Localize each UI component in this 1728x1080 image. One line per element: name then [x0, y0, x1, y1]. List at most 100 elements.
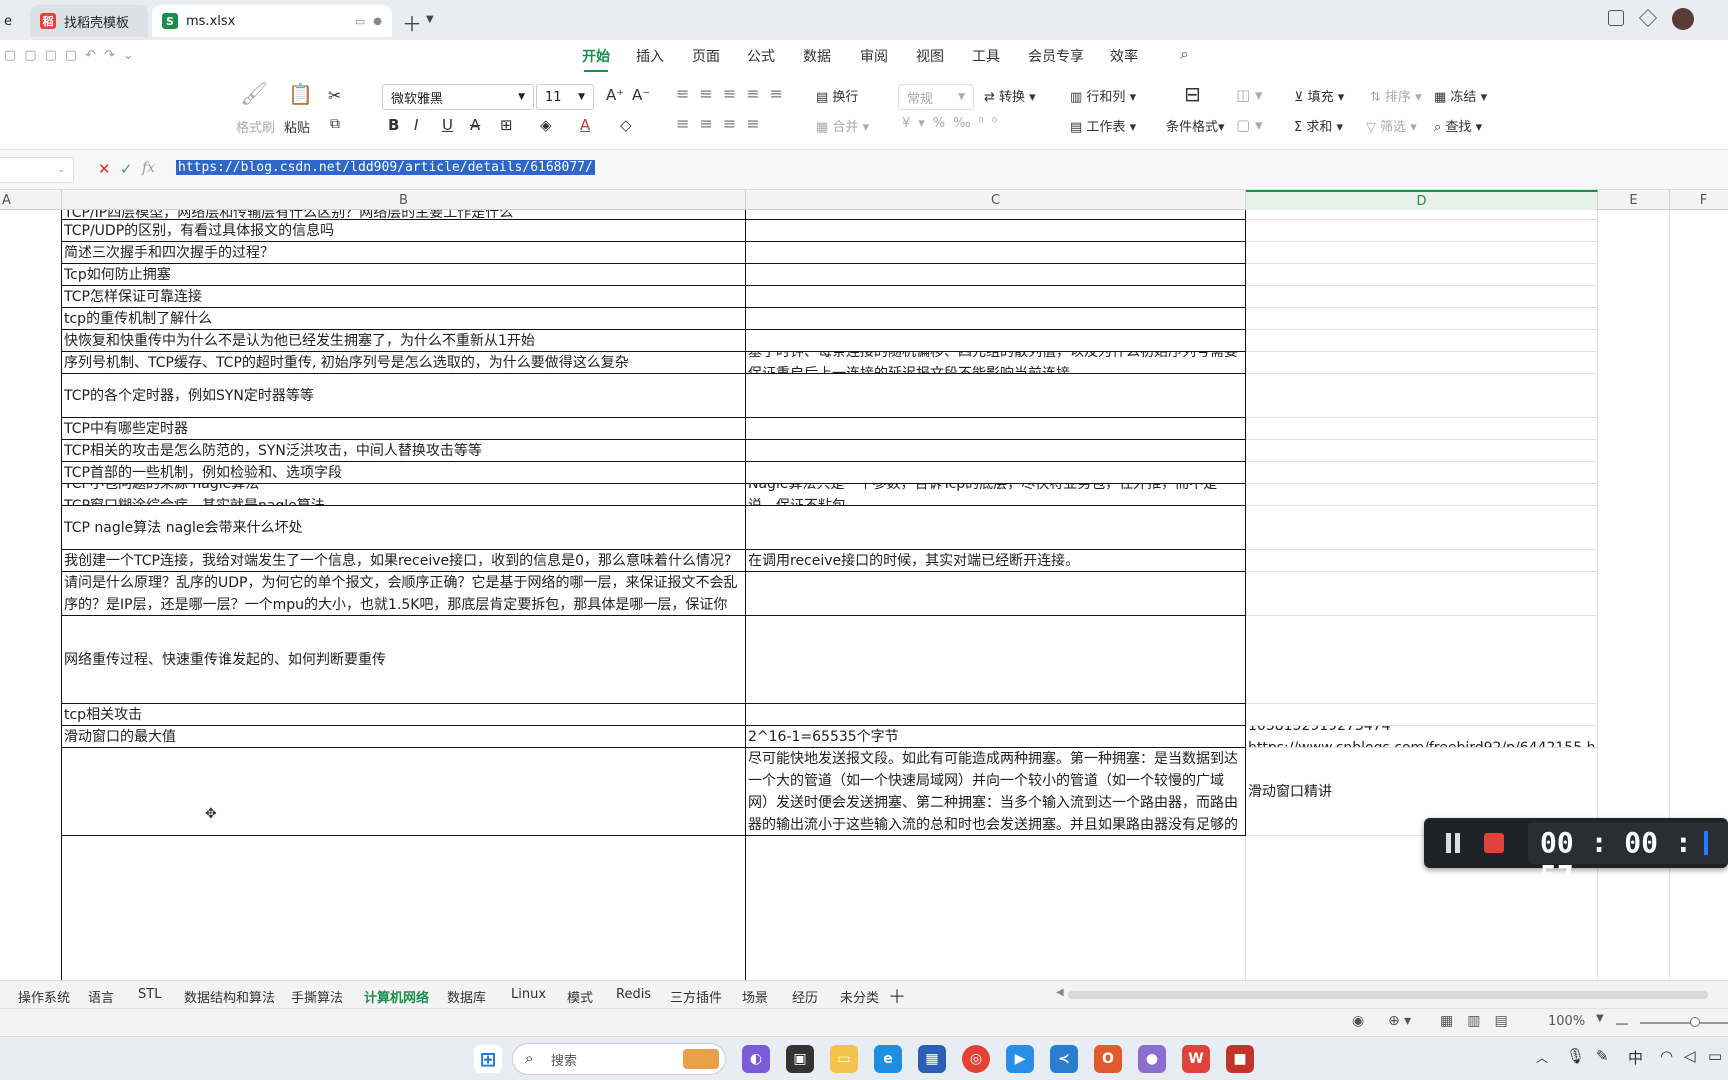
zoom-dropdown-icon[interactable]: ▼ — [1596, 1013, 1604, 1024]
menu-member[interactable]: 会员专享 — [1028, 46, 1084, 66]
cell-link[interactable] — [1246, 374, 1598, 418]
cell-question[interactable]: TCP小包问题的来源 nagle算法 TCP窗口糊涂综合症，其实就是nagle算… — [62, 484, 746, 506]
sheet-tab[interactable]: 经历 — [792, 987, 818, 1006]
worksheet-button[interactable]: ▤ 工作表 ▾ — [1070, 116, 1136, 135]
sheet-tab[interactable]: 数据结构和算法 — [184, 987, 275, 1006]
bold-button[interactable]: B — [388, 116, 399, 134]
cell-answer[interactable] — [746, 440, 1246, 462]
recorder-icon[interactable]: ■ — [1226, 1045, 1254, 1073]
table-style-icon[interactable]: ▢ ▾ — [1236, 116, 1262, 134]
column-header-f[interactable]: F — [1670, 190, 1728, 210]
cell-question[interactable]: Tcp如何防止拥塞 — [62, 264, 746, 286]
conditional-format-icon[interactable]: ⊟ — [1184, 82, 1201, 106]
wifi-icon[interactable]: ◠ — [1660, 1047, 1673, 1065]
cell-question[interactable]: TCP怎样保证可靠连接 — [62, 286, 746, 308]
cell-link[interactable] — [1246, 330, 1598, 352]
cell-link[interactable]: https://www.dandelioncloud.cn/article/de… — [1246, 726, 1598, 748]
window-icon[interactable]: ▭ — [355, 15, 365, 28]
stop-icon[interactable] — [1484, 833, 1504, 853]
layout-icon[interactable] — [1608, 10, 1624, 26]
column-header-b[interactable]: B — [62, 190, 746, 210]
cell-answer[interactable] — [746, 286, 1246, 308]
cell-question[interactable]: TCP中有哪些定时器 — [62, 418, 746, 440]
cell-question[interactable]: TCP的各个定时器，例如SYN定时器等等 — [62, 374, 746, 418]
cell-question[interactable] — [62, 748, 746, 836]
cell-link[interactable] — [1246, 506, 1598, 550]
cell-question[interactable]: TCP nagle算法 nagle会带来什么坏处 — [62, 506, 746, 550]
conditional-format-button[interactable]: 条件格式▾ — [1166, 116, 1225, 135]
zoom-out-icon[interactable]: － — [1614, 1011, 1630, 1035]
sheet-tab[interactable]: 语言 — [88, 987, 114, 1006]
zoom-level[interactable]: 100% — [1548, 1014, 1585, 1029]
volume-icon[interactable]: ◁ — [1684, 1047, 1696, 1065]
cell-question[interactable]: TCP/IP四层模型，网络层和传输层有什么区别？网络层的主要工作是什么 — [62, 210, 746, 220]
cell-link[interactable] — [1246, 352, 1598, 374]
merge-button[interactable]: ▦ 合并 ▾ — [816, 116, 869, 135]
border-icon[interactable]: ⊞ — [500, 116, 513, 134]
sheet-tab[interactable]: 三方插件 — [670, 987, 722, 1006]
rows-cols-button[interactable]: ▥ 行和列 ▾ — [1070, 86, 1136, 105]
file-explorer-icon[interactable]: ▭ — [830, 1045, 858, 1073]
tray-chevron-icon[interactable]: ︿ — [1536, 1049, 1548, 1066]
cell-answer[interactable]: 基于时钟、每条连接的随机偏移、四元组的散列值，以及为什么初始序列号需要保证重启后… — [746, 352, 1246, 374]
column-header-c[interactable]: C — [746, 190, 1246, 210]
cell-question[interactable]: TCP相关的攻击是怎么防范的，SYN泛洪攻击，中间人替换攻击等等 — [62, 440, 746, 462]
fill-button[interactable]: ⊻ 填充 ▾ — [1294, 86, 1344, 105]
browser-tab-1[interactable]: 稻 找稻壳模板 — [30, 5, 148, 37]
menu-page[interactable]: 页面 — [692, 46, 720, 66]
font-grow-icon[interactable]: A⁺ — [606, 86, 624, 104]
horizontal-scrollbar[interactable] — [1068, 991, 1708, 999]
cell-answer[interactable] — [746, 374, 1246, 418]
underline-button[interactable]: U — [442, 116, 453, 134]
cell-answer[interactable]: 2^16-1=65535个字节 — [746, 726, 1246, 748]
cell-answer[interactable] — [746, 210, 1246, 220]
edge-icon[interactable]: e — [874, 1045, 902, 1073]
windows-start-icon[interactable]: ⊞ — [474, 1045, 502, 1073]
scroll-left-icon[interactable]: ◀ — [1056, 987, 1064, 998]
cell-question[interactable]: 网络重传过程、快速重传谁发起的、如何判断要重传 — [62, 616, 746, 704]
cell-answer[interactable] — [746, 264, 1246, 286]
cell-answer[interactable] — [746, 220, 1246, 242]
paste-button[interactable]: 粘贴 — [284, 117, 310, 136]
chevron-down-icon[interactable]: ▼ — [426, 14, 434, 25]
convert-button[interactable]: ⇄ 转换 ▾ — [984, 86, 1036, 105]
add-sheet-icon[interactable]: ＋ — [888, 983, 906, 1009]
cell-answer[interactable] — [746, 418, 1246, 440]
sort-button[interactable]: ⇅ 排序 ▾ — [1370, 86, 1422, 105]
quick-access-icons[interactable]: ▢▢▢▢↶↷⌄ — [4, 48, 142, 63]
cell-question[interactable]: 假设，我发一个比较大的UDP的包，一个40K的包，请问对端，收到这个40K的包，… — [62, 572, 746, 616]
cell-question[interactable]: 简述三次握手和四次握手的过程？ — [62, 242, 746, 264]
menu-efficiency[interactable]: 效率 — [1110, 46, 1138, 66]
menu-view[interactable]: 视图 — [916, 46, 944, 66]
fill-color-icon[interactable]: ◈ — [540, 116, 552, 134]
battery-icon[interactable]: ▭ — [1708, 1047, 1722, 1065]
taskbar-search[interactable]: ⌕ 搜索 — [512, 1043, 726, 1075]
italic-button[interactable]: I — [414, 116, 418, 134]
sheet-tab[interactable]: Redis — [616, 987, 651, 1002]
zoom-slider[interactable] — [1640, 1022, 1728, 1024]
cell-link[interactable] — [1246, 286, 1598, 308]
cancel-icon[interactable]: ✕ — [98, 160, 111, 178]
cell-answer[interactable]: Nagle算法只是一个参数，告诉Tcp的底层，尽快将业务包，往外推，而不是说，保… — [746, 484, 1246, 506]
mic-icon[interactable]: 🎙 — [1566, 1047, 1585, 1065]
vscode-icon[interactable]: ≺ — [1050, 1045, 1078, 1073]
chrome-icon[interactable]: ◎ — [962, 1045, 990, 1073]
column-header-e[interactable]: E — [1598, 190, 1670, 210]
view-mode-icons[interactable]: ▦▥▤ — [1440, 1013, 1522, 1029]
menu-start[interactable]: 开始 — [582, 46, 610, 72]
align-left-icons[interactable]: ≡≡≡≡ — [676, 114, 770, 133]
column-header-a[interactable]: A — [0, 190, 62, 210]
office-icon[interactable]: O — [1094, 1045, 1122, 1073]
sheet-tab[interactable]: 手撕算法 — [291, 987, 343, 1006]
cell-answer[interactable] — [746, 308, 1246, 330]
eye-icon[interactable]: ◉ — [1352, 1013, 1364, 1029]
strikethrough-button[interactable]: A — [470, 116, 480, 134]
fx-icon[interactable]: fx — [142, 160, 155, 176]
freeze-button[interactable]: ▦ 冻结 ▾ — [1434, 86, 1487, 105]
cell-question[interactable]: 滑动窗口的最大值 — [62, 726, 746, 748]
sheet-tab[interactable]: STL — [138, 987, 161, 1002]
sheet-tab[interactable]: Linux — [511, 987, 546, 1002]
cell-link[interactable] — [1246, 220, 1598, 242]
menu-data[interactable]: 数据 — [803, 46, 831, 66]
sheet-tab[interactable]: 模式 — [567, 987, 593, 1006]
